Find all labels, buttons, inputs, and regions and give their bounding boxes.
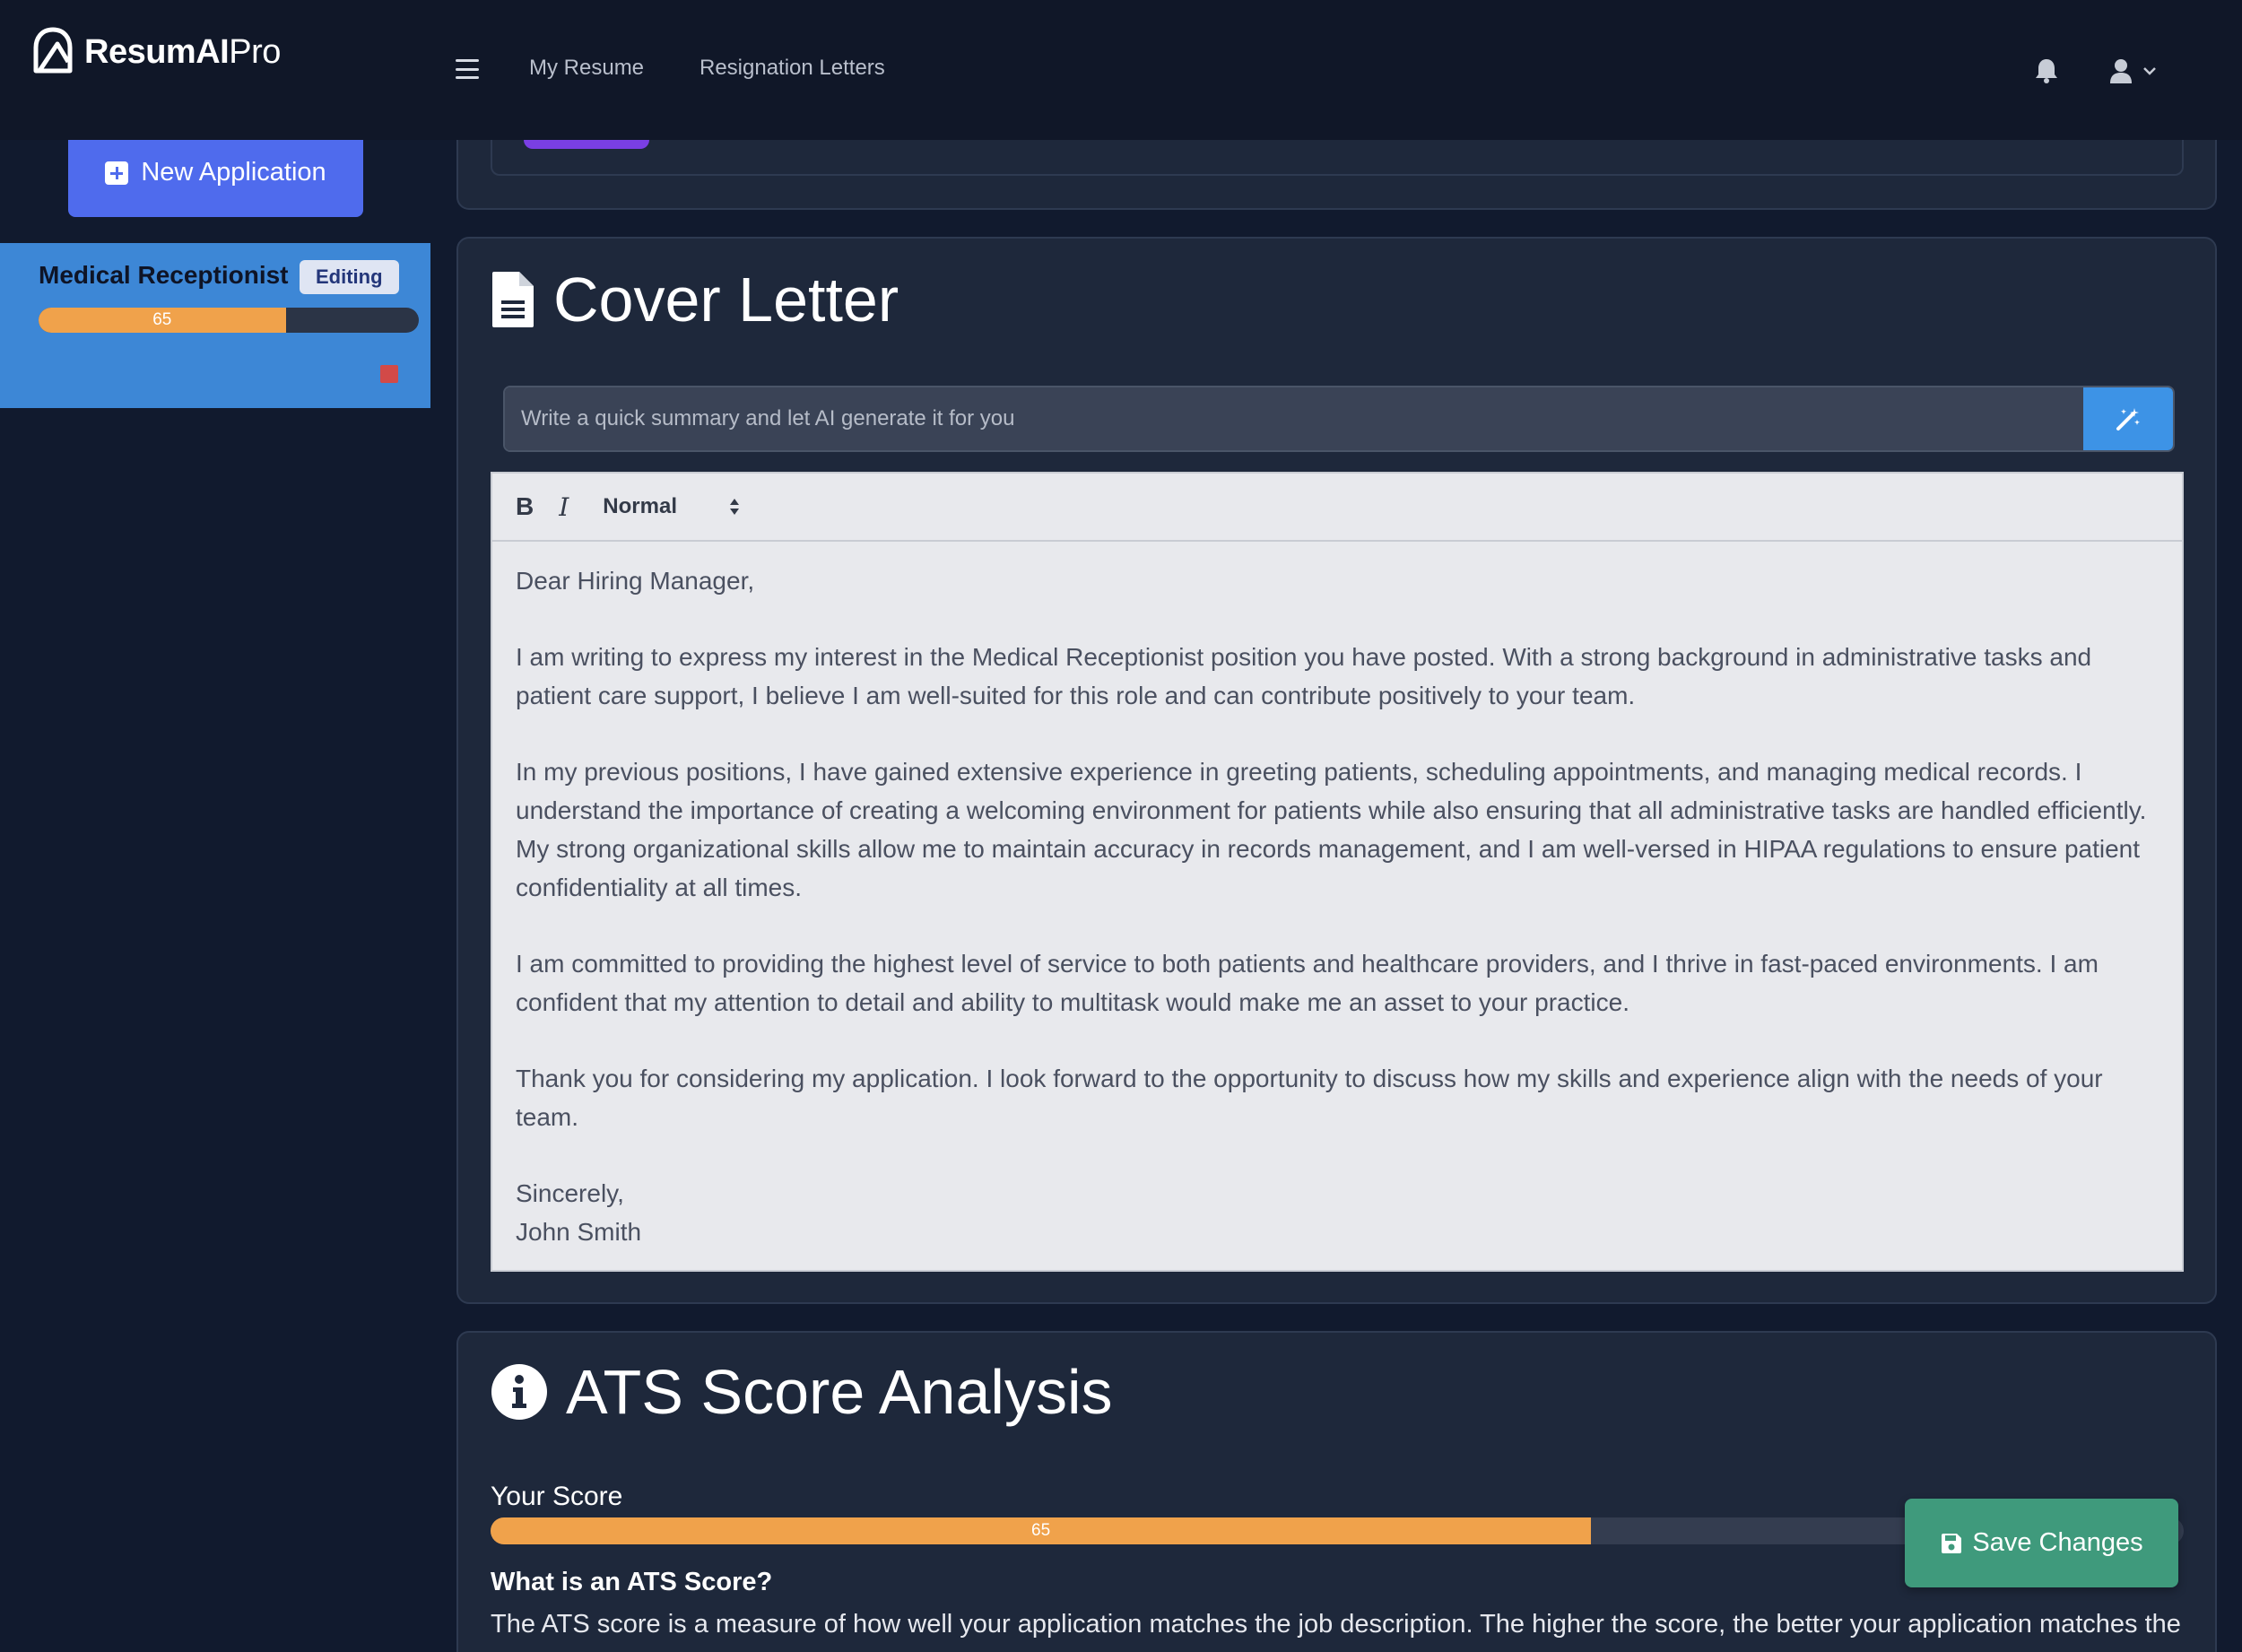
editor-content[interactable]: Dear Hiring Manager, I am writing to exp… [492, 542, 2182, 1251]
brand-name: ResumAIPro [84, 32, 281, 71]
floppy-disk-icon [1942, 1533, 1962, 1553]
ai-summary-group [503, 386, 2175, 452]
ats-description: The ATS score is a measure of how well y… [491, 1610, 2181, 1652]
score-label: Your Score [491, 1482, 623, 1511]
save-changes-label: Save Changes [1972, 1528, 2143, 1557]
status-badge: Editing [300, 260, 399, 294]
application-score-fill: 65 [39, 308, 286, 333]
new-application-button[interactable]: New Application [68, 128, 363, 217]
ai-generate-button[interactable] [2083, 387, 2173, 450]
letter-paragraph: Thank you for considering my application… [516, 1065, 2103, 1131]
italic-button[interactable]: I [559, 492, 569, 522]
editor-toolbar: B I Normal [492, 474, 2182, 542]
cover-letter-panel: Cover Letter B I Normal De [456, 237, 2217, 1304]
previous-section-inner [491, 135, 2184, 176]
ats-score-panel: ATS Score Analysis Your Score 65 What is… [456, 1331, 2217, 1652]
cover-letter-title: Cover Letter [553, 265, 899, 335]
application-score-bar: 65 [39, 308, 419, 333]
trash-icon[interactable] [380, 365, 398, 383]
user-menu[interactable] [2109, 57, 2163, 84]
top-navbar: ResumAIPro My Resume Resignation Letters [0, 0, 2242, 140]
file-text-icon [492, 272, 534, 327]
brand-logo[interactable]: ResumAIPro [30, 25, 281, 79]
ai-summary-input[interactable] [505, 387, 2083, 450]
cover-letter-heading: Cover Letter [491, 264, 899, 335]
text-format-value: Normal [603, 494, 677, 518]
sort-icon [730, 499, 740, 515]
plus-square-icon [105, 161, 129, 185]
bell-icon[interactable] [2034, 57, 2059, 84]
bold-button[interactable]: B [516, 492, 534, 521]
save-changes-button[interactable]: Save Changes [1905, 1499, 2178, 1587]
application-title: Medical Receptionist [39, 261, 289, 289]
application-card[interactable]: Medical Receptionist Editing 65 [0, 243, 430, 408]
ats-score-fill: 65 [491, 1517, 1592, 1544]
cover-letter-editor[interactable]: B I Normal Dear Hiring Manager, I am wri… [491, 472, 2184, 1272]
nav-my-resume[interactable]: My Resume [529, 56, 644, 81]
text-format-select[interactable]: Normal [603, 494, 741, 519]
info-circle-icon [491, 1364, 547, 1420]
nav-resignation-letters[interactable]: Resignation Letters [700, 56, 885, 81]
letter-paragraph: I am committed to providing the highest … [516, 950, 2099, 1016]
ats-title: ATS Score Analysis [566, 1357, 1113, 1427]
letter-signature: John Smith [516, 1218, 642, 1246]
letter-paragraph: In my previous positions, I have gained … [516, 758, 2147, 901]
letter-paragraph: I am writing to express my interest in t… [516, 643, 2092, 709]
logo-mark-icon [33, 27, 73, 74]
magic-wand-icon [2116, 408, 2140, 430]
hamburger-icon[interactable] [456, 59, 479, 79]
letter-greeting: Dear Hiring Manager, [516, 567, 755, 595]
user-icon [2110, 59, 2132, 83]
chevron-down-icon [2143, 67, 2156, 75]
ats-heading: ATS Score Analysis [491, 1356, 1113, 1428]
letter-closing: Sincerely, [516, 1179, 624, 1207]
ats-question: What is an ATS Score? [491, 1568, 773, 1596]
new-application-label: New Application [141, 158, 326, 187]
